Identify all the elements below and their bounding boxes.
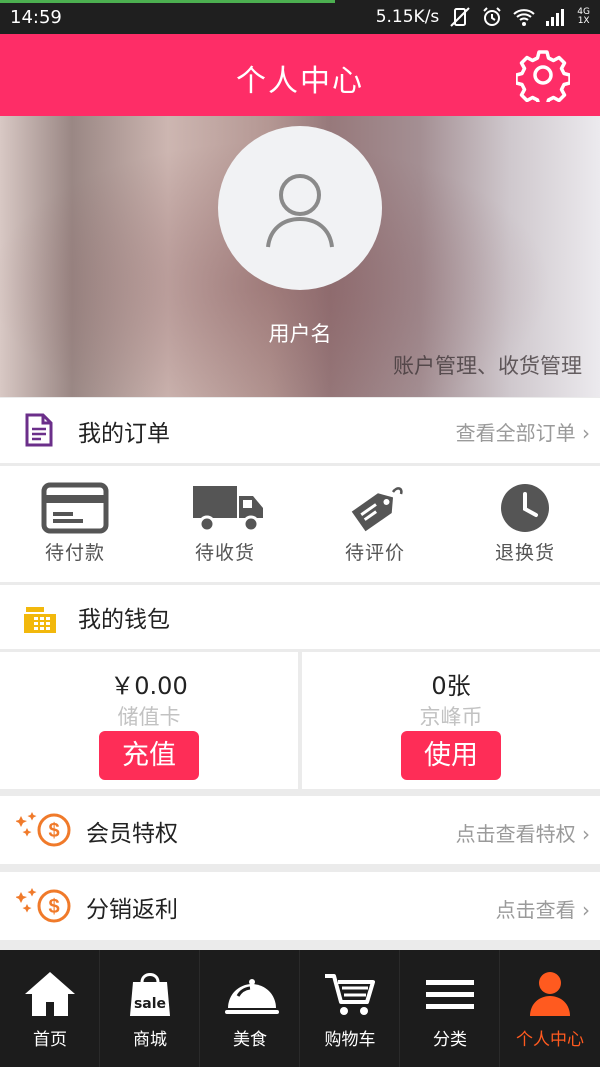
- order-status-pending-receipt[interactable]: 待收货: [150, 466, 300, 582]
- member-privileges-label: 会员特权: [86, 821, 178, 847]
- cart-icon: [325, 974, 375, 1015]
- tab-mall[interactable]: sale 商城: [100, 950, 200, 1067]
- tab-food[interactable]: 美食: [200, 950, 300, 1067]
- status-time: 14:59: [10, 7, 62, 28]
- order-status-pending-review[interactable]: 待评价: [300, 466, 450, 582]
- network-speed: 5.15K/s: [375, 7, 440, 27]
- tab-cart[interactable]: 购物车: [300, 950, 400, 1067]
- loading-progress-line: [0, 0, 335, 3]
- order-status-returns[interactable]: 退换货: [450, 466, 600, 582]
- username[interactable]: 用户名: [0, 318, 600, 348]
- view-all-orders-text: 查看全部订单: [455, 421, 576, 445]
- tab-profile[interactable]: 个人中心: [500, 950, 600, 1067]
- tab-label: 购物车: [324, 1030, 376, 1050]
- tab-label: 首页: [33, 1030, 67, 1050]
- tab-home[interactable]: 首页: [0, 950, 100, 1067]
- profile-header: 用户名 账户管理、收货管理: [0, 116, 600, 397]
- page-title: 个人中心: [236, 64, 364, 99]
- shopping-bag-icon: sale: [130, 973, 170, 1016]
- coin-sparkle-icon: $: [16, 812, 71, 847]
- account-management-link[interactable]: 账户管理、收货管理: [393, 350, 582, 380]
- chevron-right-icon: ›: [582, 898, 590, 922]
- bottom-tab-bar: 首页 sale 商城 美食 购物车 分类 个人中心: [0, 950, 600, 1067]
- coupon-card: 0张 京峰币 使用: [302, 652, 600, 789]
- view-rebate-link[interactable]: 点击查看 ›: [496, 894, 590, 923]
- chevron-right-icon: ›: [582, 822, 590, 846]
- status-indicators: 5.15K/s 4G 1X: [376, 6, 590, 28]
- order-status-grid: 待付款 待收货 待评价 退换货: [0, 466, 600, 582]
- sale-badge-text: sale: [134, 996, 166, 1012]
- order-status-label: 待付款: [44, 542, 105, 564]
- vibrate-off-icon: [450, 7, 471, 27]
- truck-icon: [193, 486, 263, 533]
- avatar[interactable]: [218, 126, 382, 290]
- wifi-icon: [513, 9, 535, 26]
- my-wallet-label: 我的钱包: [78, 607, 170, 633]
- stored-value-label: 储值卡: [117, 705, 181, 729]
- order-status-label: 待收货: [194, 542, 255, 564]
- order-status-label: 退换货: [494, 542, 555, 564]
- chevron-right-icon: ›: [582, 421, 590, 445]
- svg-text:$: $: [48, 820, 59, 842]
- home-icon: [25, 972, 75, 1016]
- tab-label: 分类: [433, 1030, 467, 1050]
- my-wallet-row: 我的钱包: [0, 585, 600, 649]
- view-privileges-text: 点击查看特权: [455, 822, 576, 846]
- svg-text:$: $: [48, 896, 59, 918]
- tab-category[interactable]: 分类: [400, 950, 500, 1067]
- person-outline-icon: [266, 174, 334, 248]
- my-orders-row[interactable]: 我的订单 查看全部订单 ›: [0, 398, 600, 463]
- card-icon: [41, 482, 109, 534]
- my-orders-label: 我的订单: [78, 421, 170, 447]
- network-type: 4G 1X: [577, 8, 590, 26]
- wallet-balances: ￥0.00 储值卡 充值 0张 京峰币 使用: [0, 652, 600, 789]
- stored-value-amount: ￥0.00: [110, 672, 188, 700]
- tag-icon: [351, 487, 403, 532]
- signal-icon: [546, 9, 565, 26]
- status-bar: 14:59 5.15K/s 4G 1X: [0, 0, 600, 34]
- food-dome-icon: [225, 979, 279, 1014]
- wallet-icon: [24, 607, 56, 633]
- tab-label: 个人中心: [516, 1030, 584, 1050]
- member-privileges-row[interactable]: $ 会员特权 点击查看特权 ›: [0, 796, 600, 864]
- use-coupon-button[interactable]: 使用: [401, 731, 501, 780]
- tab-label: 商城: [133, 1030, 167, 1050]
- alarm-icon: [483, 7, 502, 26]
- person-icon: [530, 972, 570, 1016]
- menu-icon: [426, 980, 474, 1009]
- document-icon: [25, 413, 53, 447]
- coin-sparkle-icon: $: [16, 888, 71, 923]
- recharge-button[interactable]: 充值: [99, 731, 199, 780]
- tab-label: 美食: [233, 1030, 267, 1050]
- view-all-orders-link[interactable]: 查看全部订单 ›: [456, 417, 590, 446]
- order-status-pending-payment[interactable]: 待付款: [0, 466, 150, 582]
- distribution-rebate-label: 分销返利: [86, 897, 178, 923]
- coupon-label: 京峰币: [419, 705, 483, 729]
- order-status-label: 待评价: [344, 542, 405, 564]
- distribution-rebate-row[interactable]: $ 分销返利 点击查看 ›: [0, 872, 600, 940]
- coupon-count: 0张: [431, 672, 471, 700]
- view-privileges-link[interactable]: 点击查看特权 ›: [456, 818, 590, 847]
- title-bar: 个人中心: [0, 34, 600, 116]
- view-rebate-text: 点击查看: [495, 898, 576, 922]
- clock-icon: [501, 484, 549, 532]
- network-type-bottom: 1X: [577, 16, 590, 26]
- stored-value-card: ￥0.00 储值卡 充值: [0, 652, 298, 789]
- gear-icon[interactable]: [516, 48, 570, 102]
